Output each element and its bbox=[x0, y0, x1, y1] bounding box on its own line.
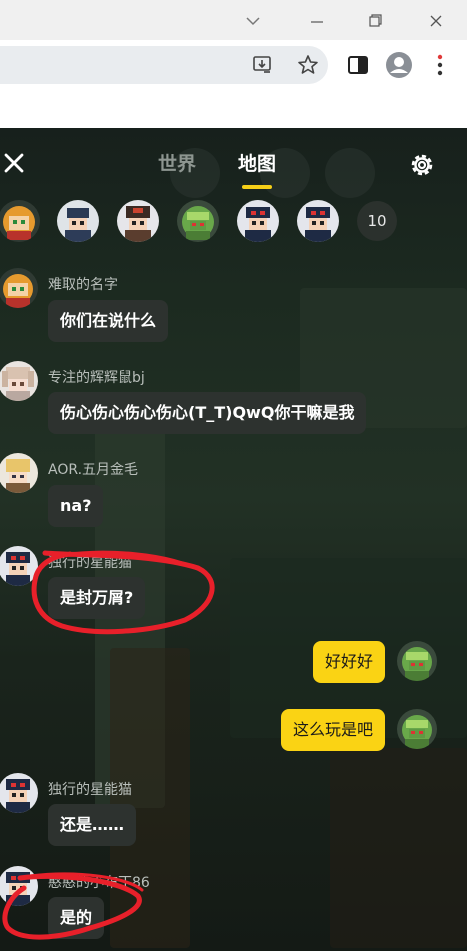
sender-name: 独行的星能猫 bbox=[48, 555, 132, 571]
page-strip bbox=[0, 90, 467, 128]
menu-dots-icon[interactable] bbox=[432, 52, 448, 82]
chevron-down-icon[interactable] bbox=[238, 8, 268, 34]
game-chat-view: 世界 地图 10 难取的名字 你们在说什么 专注的辉辉鼠bj 伤心伤心伤心伤心(… bbox=[0, 128, 467, 951]
message-bubble[interactable]: na? bbox=[48, 485, 104, 527]
install-icon[interactable] bbox=[250, 53, 274, 81]
sender-name: 憨憨的小布丁86 bbox=[48, 875, 150, 891]
close-icon[interactable] bbox=[421, 8, 451, 34]
sender-avatar[interactable] bbox=[0, 361, 38, 401]
address-bar[interactable] bbox=[0, 46, 328, 84]
background-block bbox=[330, 748, 467, 948]
sender-name: AOR.五月金毛 bbox=[48, 462, 139, 478]
bookmark-star-icon[interactable] bbox=[296, 53, 320, 81]
browser-toolbar bbox=[0, 40, 467, 90]
message-bubble[interactable]: 还是…… bbox=[48, 804, 137, 846]
member-avatar[interactable] bbox=[177, 200, 219, 242]
sender-avatar[interactable] bbox=[0, 773, 38, 813]
sender-name: 专注的辉辉鼠bj bbox=[48, 370, 145, 386]
member-avatar[interactable] bbox=[57, 200, 99, 242]
member-avatar[interactable] bbox=[117, 200, 159, 242]
window-title-bar bbox=[0, 0, 467, 40]
message-bubble[interactable]: 是的 bbox=[48, 897, 105, 939]
my-avatar[interactable] bbox=[397, 709, 437, 749]
sender-avatar[interactable] bbox=[0, 268, 38, 308]
my-message-bubble[interactable]: 好好好 bbox=[312, 641, 385, 683]
gear-icon[interactable] bbox=[407, 150, 437, 180]
close-icon[interactable] bbox=[2, 151, 26, 175]
tab-world[interactable]: 世界 bbox=[158, 151, 196, 177]
profile-icon[interactable] bbox=[385, 51, 413, 83]
member-avatar[interactable] bbox=[0, 200, 40, 242]
my-avatar[interactable] bbox=[397, 641, 437, 681]
message-bubble[interactable]: 伤心伤心伤心伤心(T_T)QwQ你干嘛是我 bbox=[48, 392, 367, 434]
sender-name: 独行的星能猫 bbox=[48, 782, 132, 798]
member-avatar[interactable] bbox=[297, 200, 339, 242]
minimize-icon[interactable] bbox=[302, 8, 332, 34]
side-panel-icon[interactable] bbox=[346, 53, 370, 81]
sender-avatar[interactable] bbox=[0, 866, 38, 906]
sender-avatar[interactable] bbox=[0, 546, 38, 586]
restore-icon[interactable] bbox=[360, 8, 390, 34]
sender-avatar[interactable] bbox=[0, 453, 38, 493]
my-message-bubble[interactable]: 这么玩是吧 bbox=[280, 709, 385, 751]
member-avatar[interactable] bbox=[237, 200, 279, 242]
member-count-badge[interactable]: 10 bbox=[357, 201, 397, 241]
active-tab-indicator bbox=[242, 185, 272, 189]
message-bubble[interactable]: 你们在说什么 bbox=[48, 300, 169, 342]
message-bubble[interactable]: 是封万屑? bbox=[48, 577, 146, 619]
tab-map[interactable]: 地图 bbox=[238, 151, 276, 177]
sender-name: 难取的名字 bbox=[48, 277, 118, 293]
chat-top-bar: 世界 地图 bbox=[0, 128, 467, 189]
